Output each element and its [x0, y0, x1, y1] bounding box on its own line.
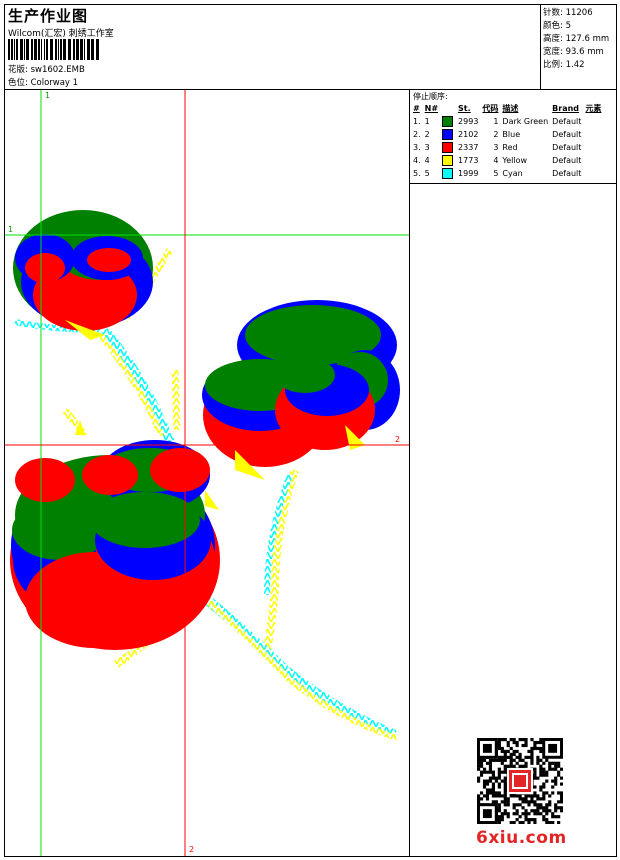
row-brand: Default [552, 130, 582, 139]
color-swatch [442, 168, 454, 179]
table-row: 5. 5 1999 5 Cyan Default [411, 167, 603, 180]
color-swatch [442, 116, 454, 127]
row-swatch [440, 141, 456, 154]
row-brand: Default [552, 143, 582, 152]
row-swatch [440, 154, 456, 167]
site-logo: 6xiu.com [476, 828, 567, 848]
row-code: 1 [493, 117, 499, 126]
colorway-label: 色位: [8, 78, 28, 88]
table-header-row: # N# St. 代码 描述 Brand 元素 [411, 102, 603, 115]
col-index: # [413, 104, 420, 113]
guide-label-left: 1 [8, 225, 14, 234]
row-description: Dark Green [502, 117, 549, 126]
flower-right [202, 300, 400, 480]
row-needle: 2 [424, 130, 430, 139]
qr-code-icon [477, 738, 563, 824]
color-swatch [442, 129, 454, 140]
color-swatch [442, 155, 454, 166]
page-title: 生产作业图 [8, 7, 89, 25]
design-row: 花版: sw1602.EMB [8, 63, 85, 75]
stop-sequence-table: # N# St. 代码 描述 Brand 元素 1. 1 2993 1 Dark Gre… [411, 102, 603, 180]
guide-label-top: 1 [45, 91, 51, 100]
guide-label-bottom: 2 [189, 845, 195, 854]
row-index: 5. [413, 169, 421, 178]
row-code: 5 [493, 169, 499, 178]
row-code: 3 [493, 143, 499, 152]
header: 生产作业图 Wilcom(汇宏) 刺绣工作室 花版: sw1602.EMB 色位… [5, 5, 616, 90]
table-row: 4. 4 1773 4 Yellow Default [411, 154, 603, 167]
design-height: 高度: 127.6 mm [543, 34, 610, 44]
colorway-row: 色位: Colorway 1 [8, 76, 78, 88]
row-stitches: 1773 [458, 156, 479, 165]
design-ratio: 比例: 1.42 [543, 60, 585, 70]
col-brand: Brand [552, 104, 580, 113]
embroidery-drawing [5, 90, 409, 856]
col-stitches: St. [458, 104, 471, 113]
stop-sequence: 停止顺序: # N# St. 代码 描述 Brand 元素 1. 1 2993 1 Da… [410, 90, 617, 184]
table-row: 1. 1 2993 1 Dark Green Default [411, 115, 603, 128]
row-needle: 3 [424, 143, 430, 152]
table-row: 3. 3 2337 3 Red Default [411, 141, 603, 154]
row-index: 4. [413, 156, 421, 165]
table-row: 2. 2 2102 2 Blue Default [411, 128, 603, 141]
col-code: 代码 [482, 104, 499, 113]
row-brand: Default [552, 117, 582, 126]
flower-top-left [13, 210, 153, 340]
row-description: Red [502, 143, 518, 152]
stitch-count: 针数: 11206 [543, 8, 593, 18]
row-stitches: 2993 [458, 117, 479, 126]
design-width: 宽度: 93.6 mm [543, 47, 604, 57]
row-brand: Default [552, 169, 582, 178]
design-value: sw1602.EMB [30, 65, 85, 75]
row-swatch [440, 167, 456, 180]
company-name: Wilcom(汇宏) 刺绣工作室 [8, 29, 114, 39]
col-element: 元素 [585, 104, 602, 113]
row-description: Yellow [502, 156, 528, 165]
row-brand: Default [552, 156, 582, 165]
design-label: 花版: [8, 65, 28, 75]
row-stitches: 2337 [458, 143, 479, 152]
embroidery-preview: 1 1 2 2 [5, 90, 409, 856]
row-stitches: 1999 [458, 169, 479, 178]
row-stitches: 2102 [458, 130, 479, 139]
guide-label-right: 2 [395, 435, 401, 444]
colorway-value: Colorway 1 [30, 78, 79, 88]
row-needle: 5 [424, 169, 430, 178]
production-worksheet: 生产作业图 Wilcom(汇宏) 刺绣工作室 花版: sw1602.EMB 色位… [4, 4, 617, 857]
barcode-icon [8, 39, 99, 60]
design-stats: 针数: 11206 颜色: 5 高度: 127.6 mm 宽度: 93.6 mm… [540, 5, 617, 89]
col-needle: N# [424, 104, 439, 113]
row-needle: 4 [424, 156, 430, 165]
row-needle: 1 [424, 117, 430, 126]
color-count: 颜色: 5 [543, 21, 571, 31]
col-description: 描述 [502, 104, 519, 113]
row-swatch [440, 115, 456, 128]
row-description: Blue [502, 130, 521, 139]
row-description: Cyan [502, 169, 523, 178]
row-index: 2. [413, 130, 421, 139]
color-swatch [442, 142, 454, 153]
row-index: 1. [413, 117, 421, 126]
row-swatch [440, 128, 456, 141]
row-code: 4 [493, 156, 499, 165]
stop-sequence-label: 停止顺序: [413, 92, 448, 101]
row-index: 3. [413, 143, 421, 152]
row-code: 2 [493, 130, 499, 139]
